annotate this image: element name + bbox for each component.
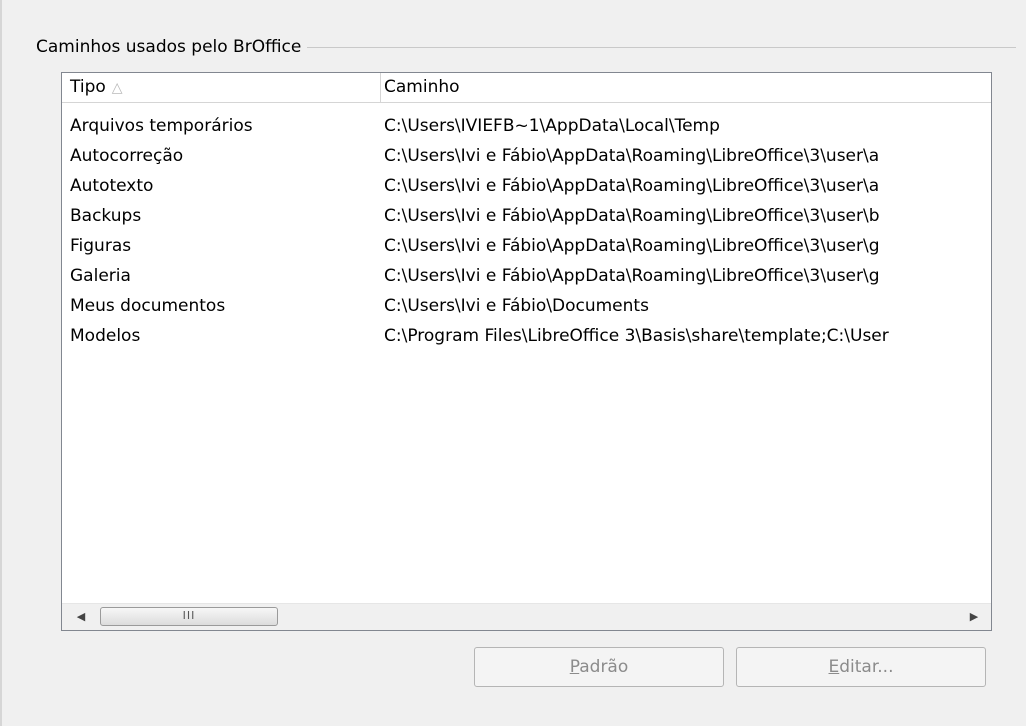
list-row[interactable]: Galeria C:\Users\Ivi e Fábio\AppData\Roa… <box>62 261 991 291</box>
editar-accel: E <box>828 657 840 677</box>
list-row[interactable]: Figuras C:\Users\Ivi e Fábio\AppData\Roa… <box>62 231 991 261</box>
cell-caminho: C:\Users\Ivi e Fábio\AppData\Roaming\Lib… <box>384 266 880 286</box>
paths-list[interactable]: Tipo △ Caminho Arquivos temporários C:\Us… <box>61 72 992 631</box>
window-left-border <box>0 0 2 726</box>
cell-caminho: C:\Users\Ivi e Fábio\Documents <box>384 296 649 316</box>
horizontal-scrollbar[interactable]: ◀ III ▶ <box>62 603 991 630</box>
sort-ascending-icon: △ <box>111 80 123 96</box>
padrao-button[interactable]: Padrão <box>474 647 724 687</box>
padrao-label: adrão <box>579 657 629 677</box>
cell-caminho: C:\Users\IVIEFB~1\AppData\Local\Temp <box>384 116 720 136</box>
column-header-caminho[interactable]: Caminho <box>384 73 984 102</box>
cell-tipo: Galeria <box>70 266 131 286</box>
cell-tipo: Autocorreção <box>70 146 184 166</box>
cell-tipo: Backups <box>70 206 142 226</box>
column-separator[interactable] <box>380 73 381 102</box>
column-header-tipo[interactable]: Tipo △ <box>70 73 370 102</box>
list-row[interactable]: Backups C:\Users\Ivi e Fábio\AppData\Roa… <box>62 201 991 231</box>
list-row[interactable]: Arquivos temporários C:\Users\IVIEFB~1\A… <box>62 111 991 141</box>
cell-caminho: C:\Users\Ivi e Fábio\AppData\Roaming\Lib… <box>384 146 880 166</box>
list-row[interactable]: Modelos C:\Program Files\LibreOffice 3\B… <box>62 321 991 351</box>
cell-caminho: C:\Users\Ivi e Fábio\AppData\Roaming\Lib… <box>384 206 880 226</box>
editar-button[interactable]: Editar... <box>736 647 986 687</box>
scrollbar-thumb[interactable]: III <box>100 607 278 626</box>
arrow-right-icon[interactable]: ▶ <box>961 604 987 630</box>
padrao-accel: P <box>569 657 580 677</box>
cell-tipo: Arquivos temporários <box>70 116 253 136</box>
cell-tipo: Meus documentos <box>70 296 226 316</box>
cell-tipo: Autotexto <box>70 176 154 196</box>
group-title: Caminhos usados pelo BrOffice <box>36 35 308 59</box>
paths-group: Caminhos usados pelo BrOffice <box>36 35 1016 61</box>
arrow-left-icon[interactable]: ◀ <box>68 604 94 630</box>
column-header-tipo-label: Tipo <box>70 77 106 97</box>
list-row[interactable]: Autocorreção C:\Users\Ivi e Fábio\AppDat… <box>62 141 991 171</box>
cell-tipo: Modelos <box>70 326 141 346</box>
list-row[interactable]: Meus documentos C:\Users\Ivi e Fábio\Doc… <box>62 291 991 321</box>
list-rows: Arquivos temporários C:\Users\IVIEFB~1\A… <box>62 111 991 351</box>
cell-caminho: C:\Users\Ivi e Fábio\AppData\Roaming\Lib… <box>384 236 880 256</box>
editar-label: ditar... <box>839 657 894 677</box>
cell-tipo: Figuras <box>70 236 132 256</box>
list-header: Tipo △ Caminho <box>62 73 991 103</box>
list-row[interactable]: Autotexto C:\Users\Ivi e Fábio\AppData\R… <box>62 171 991 201</box>
grip-icon: III <box>182 609 196 622</box>
cell-caminho: C:\Program Files\LibreOffice 3\Basis\sha… <box>384 326 889 346</box>
cell-caminho: C:\Users\Ivi e Fábio\AppData\Roaming\Lib… <box>384 176 880 196</box>
